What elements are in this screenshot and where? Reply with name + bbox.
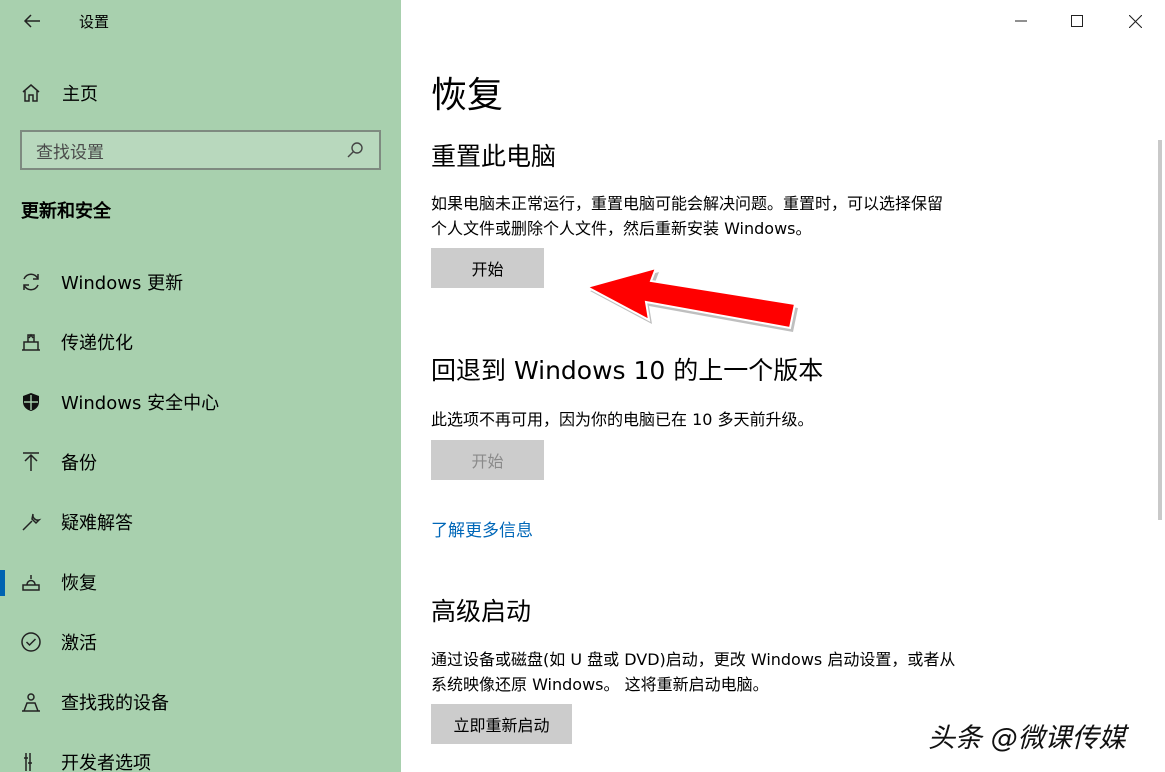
reset-start-button[interactable]: 开始 [431, 248, 544, 288]
sidebar-item-windows-security[interactable]: Windows 安全中心 [0, 372, 401, 432]
watermark: 头条 @微课传媒 [928, 723, 1126, 754]
sidebar-item-label: 恢复 [61, 573, 97, 594]
rollback-description: 此选项不再可用，因为你的电脑已在 10 多天前升级。 [431, 410, 814, 429]
sidebar-item-windows-update[interactable]: Windows 更新 [0, 252, 401, 312]
recovery-icon [20, 571, 42, 593]
reset-heading: 重置此电脑 [431, 142, 557, 171]
reset-description: 如果电脑未正常运行，重置电脑可能会解决问题。重置时，可以选择保留 个人文件或删除… [431, 191, 1001, 241]
sidebar-item-label: 查找我的设备 [61, 693, 169, 714]
maximize-button[interactable] [1054, 6, 1100, 36]
sidebar-item-label: 疑难解答 [61, 513, 133, 534]
rollback-start-button[interactable]: 开始 [431, 440, 544, 480]
home-icon [22, 84, 40, 102]
advanced-description-line: 系统映像还原 Windows。 这将重新启动电脑。 [431, 675, 769, 694]
sidebar-item-troubleshoot[interactable]: 疑难解答 [0, 492, 401, 552]
sidebar-item-label: Windows 安全中心 [61, 393, 220, 414]
developer-tools-icon [20, 751, 42, 772]
sidebar-item-label: Windows 更新 [61, 273, 184, 294]
sidebar-item-find-my-device[interactable]: 查找我的设备 [0, 672, 401, 732]
learn-more-link[interactable]: 了解更多信息 [431, 516, 533, 541]
back-arrow-icon [23, 14, 40, 28]
main-pane: 恢复 重置此电脑 如果电脑未正常运行，重置电脑可能会解决问题。重置时，可以选择保… [401, 0, 1165, 772]
home-label: 主页 [62, 84, 98, 105]
home-nav-item[interactable]: 主页 [20, 80, 98, 106]
sidebar-item-label: 传递优化 [61, 333, 133, 354]
minimize-icon [1015, 20, 1027, 22]
sidebar-item-label: 备份 [61, 453, 97, 474]
close-button[interactable] [1112, 6, 1158, 36]
wrench-icon [20, 511, 42, 533]
advanced-startup-heading: 高级启动 [431, 597, 532, 626]
close-icon [1128, 14, 1142, 28]
check-circle-icon [20, 631, 42, 653]
reset-description-line: 如果电脑未正常运行，重置电脑可能会解决问题。重置时，可以选择保留 [431, 194, 944, 213]
sync-icon [20, 271, 42, 293]
advanced-startup-description: 通过设备或磁盘(如 U 盘或 DVD)启动，更改 Windows 启动设置，或者… [431, 647, 1001, 697]
advanced-description-line: 通过设备或磁盘(如 U 盘或 DVD)启动，更改 Windows 启动设置，或者… [431, 650, 956, 669]
sidebar-nav: Windows 更新 传递优化 Windows 安全中心 备份 疑难解答 恢复 … [0, 252, 401, 772]
sidebar-item-activation[interactable]: 激活 [0, 612, 401, 672]
search-input[interactable]: 查找设置 [20, 130, 381, 170]
rollback-heading: 回退到 Windows 10 的上一个版本 [431, 356, 824, 385]
shield-icon [20, 391, 42, 413]
delivery-optimization-icon [20, 331, 42, 353]
sidebar: 设置 主页 查找设置 更新和安全 Windows 更新 传递优化 Windows… [0, 0, 401, 772]
sidebar-item-backup[interactable]: 备份 [0, 432, 401, 492]
backup-arrow-up-icon [20, 451, 42, 473]
maximize-icon [1071, 15, 1083, 27]
search-placeholder: 查找设置 [36, 142, 104, 163]
sidebar-item-recovery[interactable]: 恢复 [0, 552, 401, 612]
sidebar-item-label: 激活 [61, 633, 97, 654]
red-arrow-annotation [584, 266, 798, 332]
sidebar-item-delivery-optimization[interactable]: 传递优化 [0, 312, 401, 372]
page-title: 恢复 [431, 75, 504, 116]
section-heading: 更新和安全 [21, 201, 111, 222]
sidebar-item-label: 开发者选项 [61, 753, 151, 772]
scrollbar[interactable] [1158, 140, 1162, 520]
app-title: 设置 [79, 13, 110, 31]
find-device-person-icon [20, 691, 42, 713]
back-button[interactable] [18, 8, 46, 34]
search-icon[interactable] [345, 140, 365, 160]
minimize-button[interactable] [998, 6, 1044, 36]
restart-now-button[interactable]: 立即重新启动 [431, 704, 572, 744]
sidebar-item-developer-options[interactable]: 开发者选项 [0, 732, 401, 772]
reset-description-line: 个人文件或删除个人文件，然后重新安装 Windows。 [431, 219, 812, 238]
